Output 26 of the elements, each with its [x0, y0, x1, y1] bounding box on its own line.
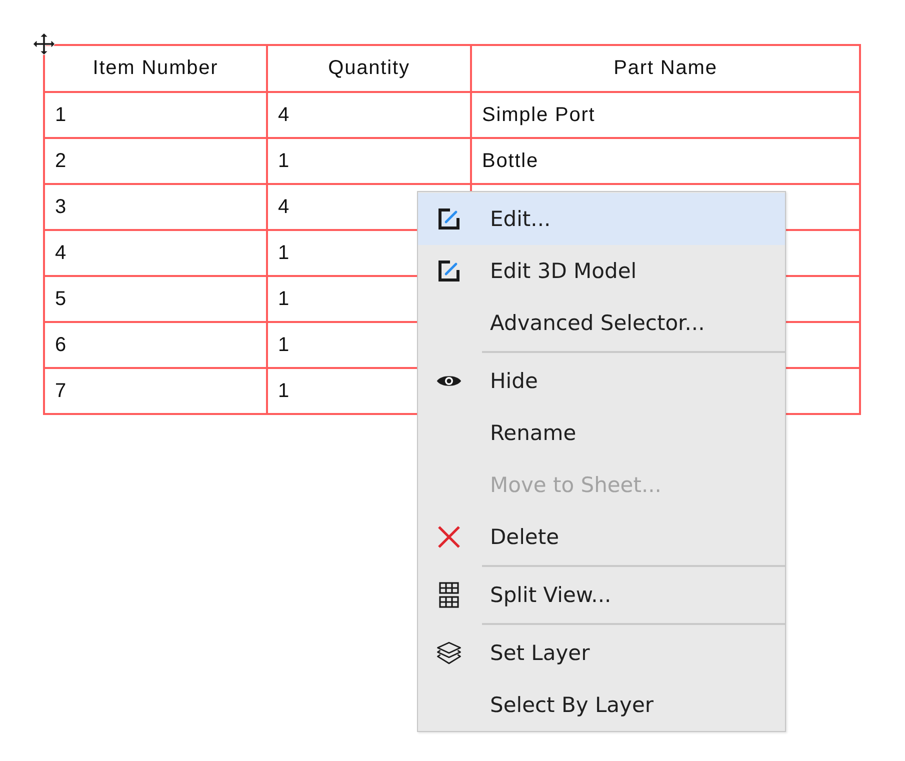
menu-item[interactable]: Set Layer: [418, 627, 785, 679]
move-cursor-icon: [33, 33, 55, 55]
table-cell: 5: [44, 276, 267, 322]
table-cell: 3: [44, 184, 267, 230]
x-mark-icon: [437, 525, 461, 549]
pencil-square-icon: [437, 207, 461, 231]
table-cell: 2: [44, 138, 267, 184]
table-cell: Bottle: [471, 138, 860, 184]
table-cell: 4: [44, 230, 267, 276]
eye-icon: [436, 373, 462, 389]
column-header: Item Number: [44, 45, 267, 92]
column-header: Quantity: [267, 45, 471, 92]
pencil-square-icon: [437, 259, 461, 283]
layers-icon: [436, 640, 462, 666]
table-cell: Simple Port: [471, 92, 860, 138]
menu-item[interactable]: Select By Layer: [418, 679, 785, 731]
menu-item[interactable]: Delete: [418, 511, 785, 563]
table-cell: 4: [267, 92, 471, 138]
table-cell: 7: [44, 368, 267, 414]
grid-icon: [439, 582, 459, 608]
menu-item[interactable]: Split View...: [418, 569, 785, 621]
table-cell: 6: [44, 322, 267, 368]
menu-item[interactable]: Edit...: [418, 193, 785, 245]
column-header: Part Name: [471, 45, 860, 92]
table-cell: 1: [44, 92, 267, 138]
table-cell: 1: [267, 138, 471, 184]
